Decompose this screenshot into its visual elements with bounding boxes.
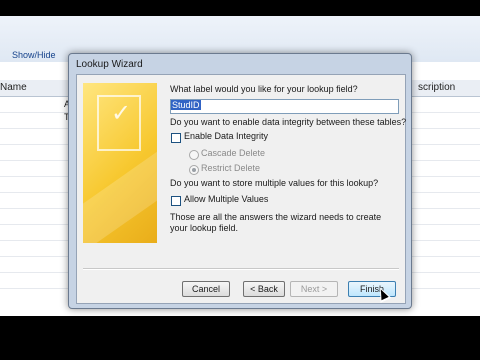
- allow-multiple-label[interactable]: Allow Multiple Values: [184, 194, 268, 204]
- wizard-illustration: ✓: [83, 83, 157, 243]
- cascade-delete-label[interactable]: Cascade Delete: [201, 148, 265, 158]
- finish-message: Those are all the answers the wizard nee…: [170, 212, 382, 233]
- multiple-values-question: Do you want to store multiple values for…: [170, 178, 379, 188]
- restrict-delete-label[interactable]: Restrict Delete: [201, 163, 260, 173]
- cancel-button[interactable]: Cancel: [182, 281, 230, 297]
- lookup-wizard-dialog: Lookup Wizard ✓ What label would you lik…: [68, 53, 412, 309]
- lookup-label-value: StudID: [171, 100, 201, 110]
- column-header-name[interactable]: Name: [0, 82, 27, 93]
- enable-integrity-checkbox[interactable]: [171, 133, 181, 143]
- label-question: What label would you like for your looku…: [170, 84, 358, 94]
- allow-multiple-checkbox[interactable]: [171, 196, 181, 206]
- back-button[interactable]: < Back: [243, 281, 285, 297]
- video-frame: Show/Hide Name scription A T Lookup Wiza…: [0, 0, 480, 360]
- checkmark-icon: ✓: [111, 99, 132, 127]
- enable-integrity-label[interactable]: Enable Data Integrity: [184, 131, 268, 141]
- restrict-delete-radio[interactable]: [189, 165, 199, 175]
- dialog-body: ✓ What label would you like for your loo…: [76, 74, 406, 304]
- letterbox-top: [0, 0, 480, 16]
- dialog-separator: [83, 268, 399, 270]
- ribbon-group-show-hide[interactable]: Show/Hide: [12, 50, 56, 60]
- dialog-title: Lookup Wizard: [76, 59, 143, 70]
- next-button[interactable]: Next >: [290, 281, 338, 297]
- letterbox-bottom: [0, 316, 480, 360]
- column-header-description[interactable]: scription: [418, 82, 455, 93]
- lookup-label-input[interactable]: StudID: [170, 99, 399, 114]
- integrity-question: Do you want to enable data integrity bet…: [170, 117, 407, 127]
- cascade-delete-radio[interactable]: [189, 150, 199, 160]
